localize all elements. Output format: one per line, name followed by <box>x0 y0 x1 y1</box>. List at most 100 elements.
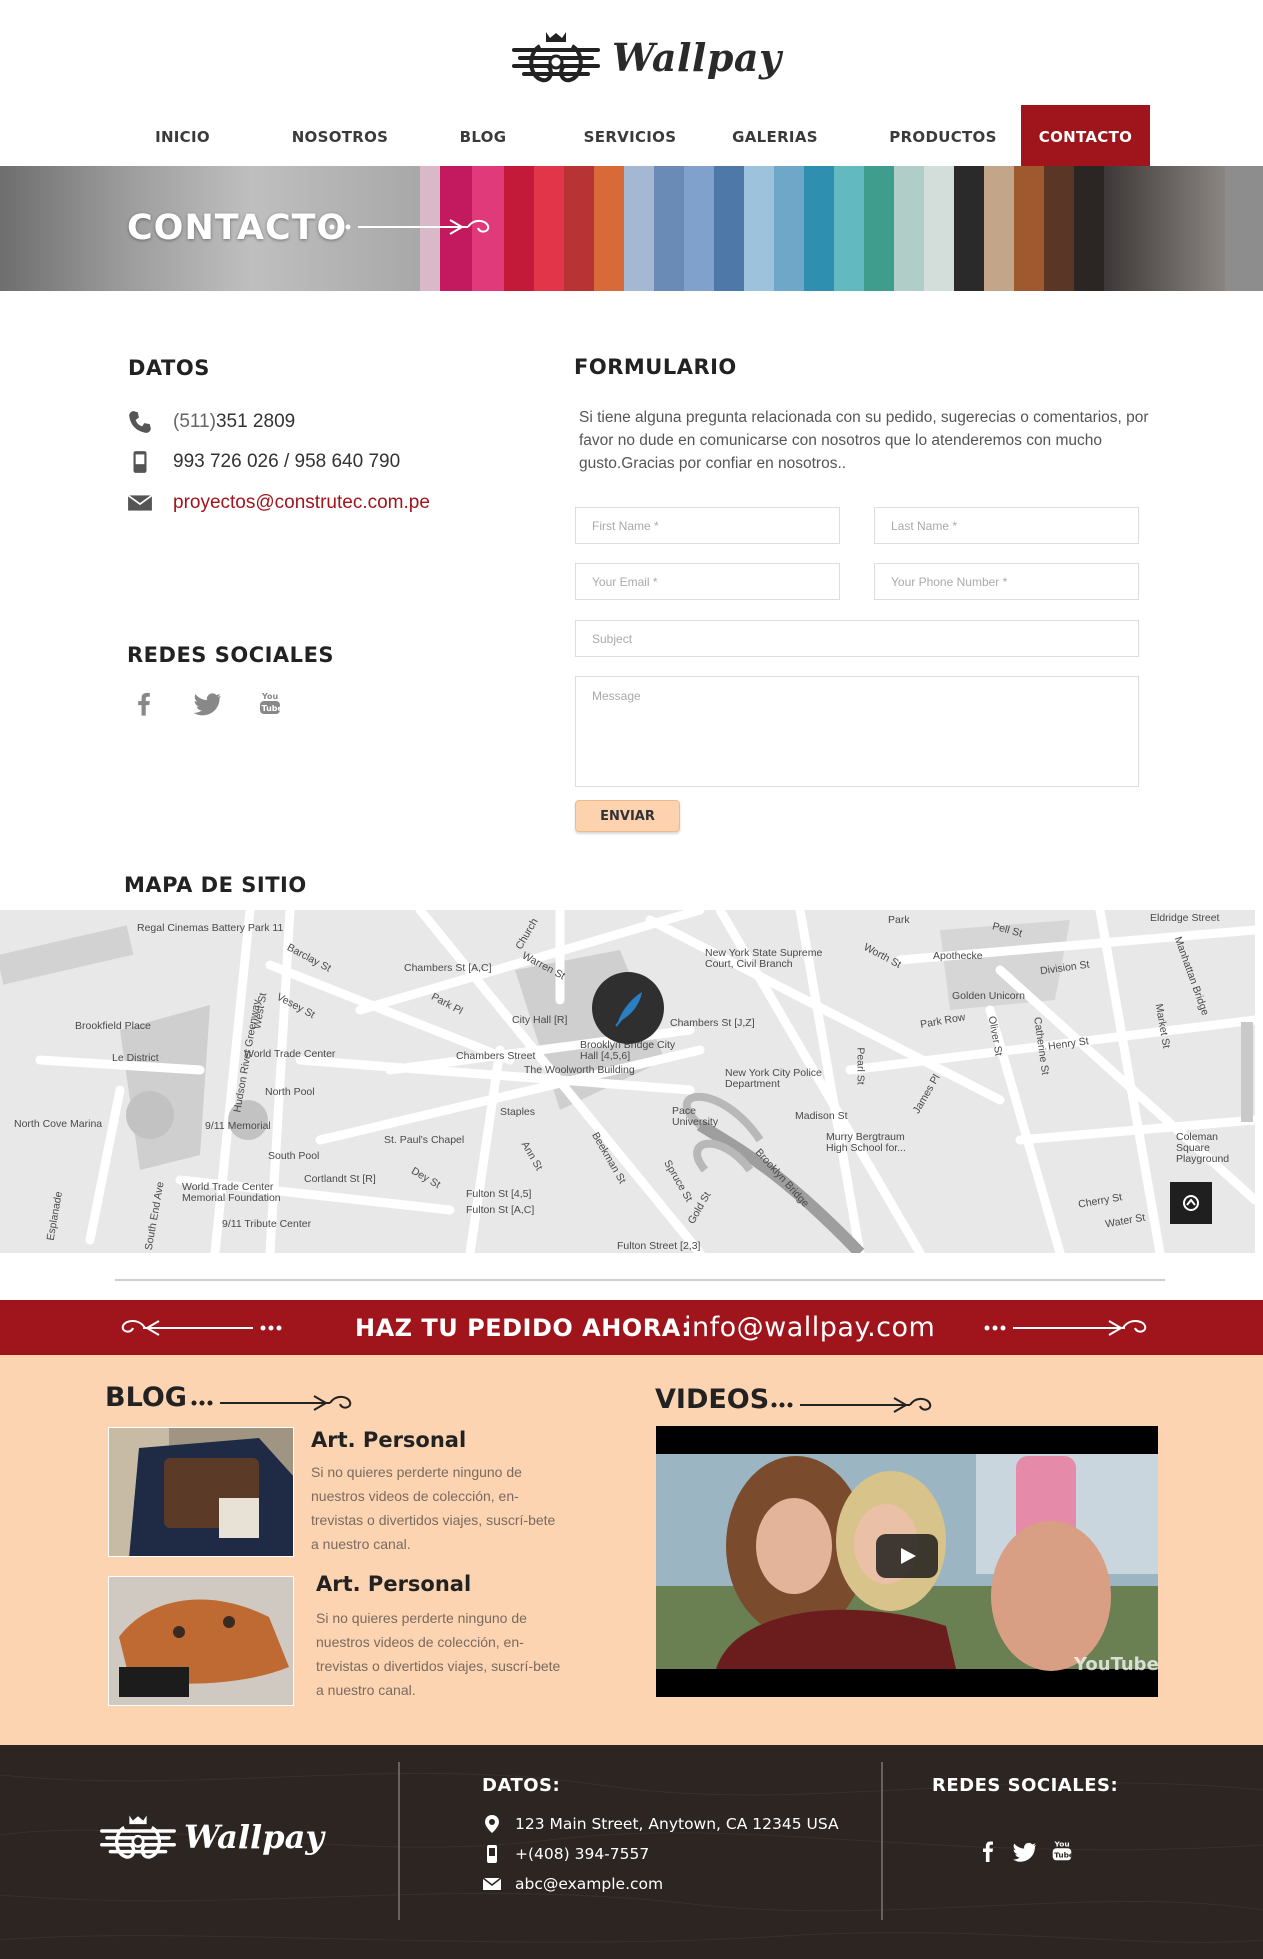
youtube-icon[interactable]: You Tube <box>1050 1838 1074 1864</box>
facebook-icon[interactable] <box>976 1838 1000 1864</box>
map-label: South Pool <box>268 1150 320 1162</box>
form-intro-text: Si tiene alguna pregunta relacionada con… <box>579 409 1149 472</box>
footer-logo[interactable]: Wallpay <box>98 1812 324 1862</box>
datos-title: DATOS <box>128 356 210 380</box>
youtube-icon[interactable]: You Tube <box>258 690 286 718</box>
order-email-link[interactable]: info@wallpay.com <box>684 1312 935 1343</box>
map-label: Cortlandt St [R] <box>304 1173 376 1185</box>
datos-phone-row: (511) 351 2809 <box>127 409 295 435</box>
order-right-ornament-icon <box>984 1320 1147 1336</box>
logo-emblem-icon <box>512 32 600 83</box>
map-label: City Hall [R] <box>512 1014 568 1026</box>
map-label: World Trade Center Memorial Foundation <box>182 1181 281 1204</box>
phone-field[interactable]: Your Phone Number * <box>874 563 1139 600</box>
map-label: Pace University <box>672 1105 719 1128</box>
mobile-icon <box>487 1845 497 1863</box>
blog-title: BLOG <box>105 1382 187 1413</box>
envelope-icon <box>482 1877 502 1890</box>
first-name-field[interactable]: First Name * <box>575 507 840 544</box>
facebook-icon[interactable] <box>130 690 158 718</box>
message-textarea[interactable]: Message <box>575 676 1139 787</box>
map-label: 9/11 Memorial <box>205 1120 271 1132</box>
map-label: North Cove Marina <box>14 1118 103 1130</box>
map-label: 9/11 Tribute Center <box>222 1218 312 1230</box>
blog-post-1-image[interactable] <box>108 1427 294 1557</box>
map-label: Fulton St [4,5] <box>466 1188 532 1200</box>
map-label: Eldridge Street <box>1150 912 1220 924</box>
blog-post-2-image[interactable] <box>108 1576 294 1706</box>
nav-item-contacto[interactable]: CONTACTO <box>1021 105 1150 166</box>
contact-email-link[interactable]: proyectos@construtec.com.pe <box>173 492 430 514</box>
footer-email-row: abc@example.com <box>482 1874 663 1894</box>
phone-icon <box>129 411 151 433</box>
map-label: Park <box>888 914 910 926</box>
map-label: Brookfield Place <box>75 1020 151 1032</box>
nav-item-blog[interactable]: BLOG <box>438 105 528 166</box>
location-pin-icon <box>485 1815 499 1833</box>
svg-text:Tube: Tube <box>262 704 283 713</box>
email-field[interactable]: Your Email * <box>575 563 840 600</box>
map-label: Le District <box>112 1052 159 1064</box>
social-links: You Tube <box>130 690 286 718</box>
send-button[interactable]: ENVIAR <box>575 800 680 832</box>
hero-banner: CONTACTO <box>0 166 1263 291</box>
footer-phone-row: +(408) 394-7557 <box>482 1844 649 1864</box>
nav-item-productos[interactable]: PRODUCTOS <box>868 105 1018 166</box>
play-icon <box>901 1548 916 1564</box>
datos-email-row: proyectos@construtec.com.pe <box>127 490 430 516</box>
map-label: New York City Police Department <box>725 1067 822 1090</box>
site-map[interactable]: Regal Cinemas Battery Park 11 Barclay St… <box>0 910 1255 1253</box>
recenter-icon <box>1183 1195 1199 1211</box>
map-label: Staples <box>500 1106 536 1118</box>
footer-email-link[interactable]: abc@example.com <box>515 1875 663 1893</box>
nav-item-nosotros[interactable]: NOSOTROS <box>270 105 410 166</box>
logo-text: Wallpay <box>612 34 782 80</box>
nav-item-inicio[interactable]: INICIO <box>120 105 245 166</box>
blog-post-2-text: Si no quieres perderte ninguno de nuestr… <box>316 1610 561 1698</box>
order-left-ornament-icon <box>121 1320 282 1336</box>
map-label: Chambers St [A,C] <box>404 962 492 974</box>
nav-item-galerias[interactable]: GALERIAS <box>715 105 835 166</box>
map-label: Pearl St <box>854 1047 867 1085</box>
footer-datos-title: DATOS: <box>482 1775 561 1796</box>
map-recenter-button[interactable] <box>1170 1182 1212 1224</box>
youtube-watermark: YouTube <box>1074 1654 1158 1675</box>
video-player[interactable]: YouTube <box>656 1426 1158 1697</box>
blog-post-1-photo <box>109 1428 293 1556</box>
phone-prefix: (511) <box>173 411 216 432</box>
subject-field[interactable]: Subject <box>575 620 1139 657</box>
svg-text:Tube: Tube <box>1054 1851 1074 1860</box>
map-label: Coleman Square Playground <box>1176 1131 1230 1165</box>
map-label: Golden Unicorn <box>952 990 1025 1002</box>
main-nav: INICIO NOSOTROS BLOG SERVICIOS GALERIAS … <box>120 105 1150 166</box>
form-title: FORMULARIO <box>574 355 737 379</box>
last-name-field[interactable]: Last Name * <box>874 507 1139 544</box>
nav-item-servicios[interactable]: SERVICIOS <box>560 105 700 166</box>
order-label: HAZ TU PEDIDO AHORA: <box>355 1314 692 1342</box>
map-location-pin[interactable] <box>592 972 664 1044</box>
logo[interactable]: Wallpay <box>510 28 782 86</box>
map-label: St. Paul's Chapel <box>384 1134 465 1146</box>
play-button[interactable] <box>876 1534 938 1578</box>
mobile-number: 993 726 026 / 958 640 790 <box>173 451 401 472</box>
blog-post-1-title[interactable]: Art. Personal <box>311 1428 466 1452</box>
blog-ornament-icon <box>191 1395 352 1411</box>
svg-text:You: You <box>1054 1839 1070 1848</box>
map-scrollbar[interactable] <box>1241 1022 1253 1122</box>
blog-post-2-title[interactable]: Art. Personal <box>316 1572 471 1596</box>
hero-title: CONTACTO <box>127 208 348 248</box>
map-label: Madison St <box>795 1110 848 1122</box>
footer-social-title: REDES SOCIALES: <box>932 1775 1119 1796</box>
twitter-icon[interactable] <box>1013 1838 1037 1864</box>
datos-mobile-row: 993 726 026 / 958 640 790 <box>127 449 400 475</box>
envelope-icon <box>127 494 153 511</box>
footer-address: 123 Main Street, Anytown, CA 12345 USA <box>515 1815 839 1833</box>
footer-logo-text: Wallpay <box>184 1818 324 1856</box>
phone-number: 351 2809 <box>215 411 296 432</box>
feather-icon <box>615 992 642 1027</box>
footer-logo-emblem-icon <box>100 1815 176 1859</box>
blog-post-1-text: Si no quieres perderte ninguno de nuestr… <box>311 1464 556 1552</box>
twitter-icon[interactable] <box>193 690 222 718</box>
map-label: North Pool <box>265 1086 315 1098</box>
footer-address-row: 123 Main Street, Anytown, CA 12345 USA <box>482 1814 839 1834</box>
